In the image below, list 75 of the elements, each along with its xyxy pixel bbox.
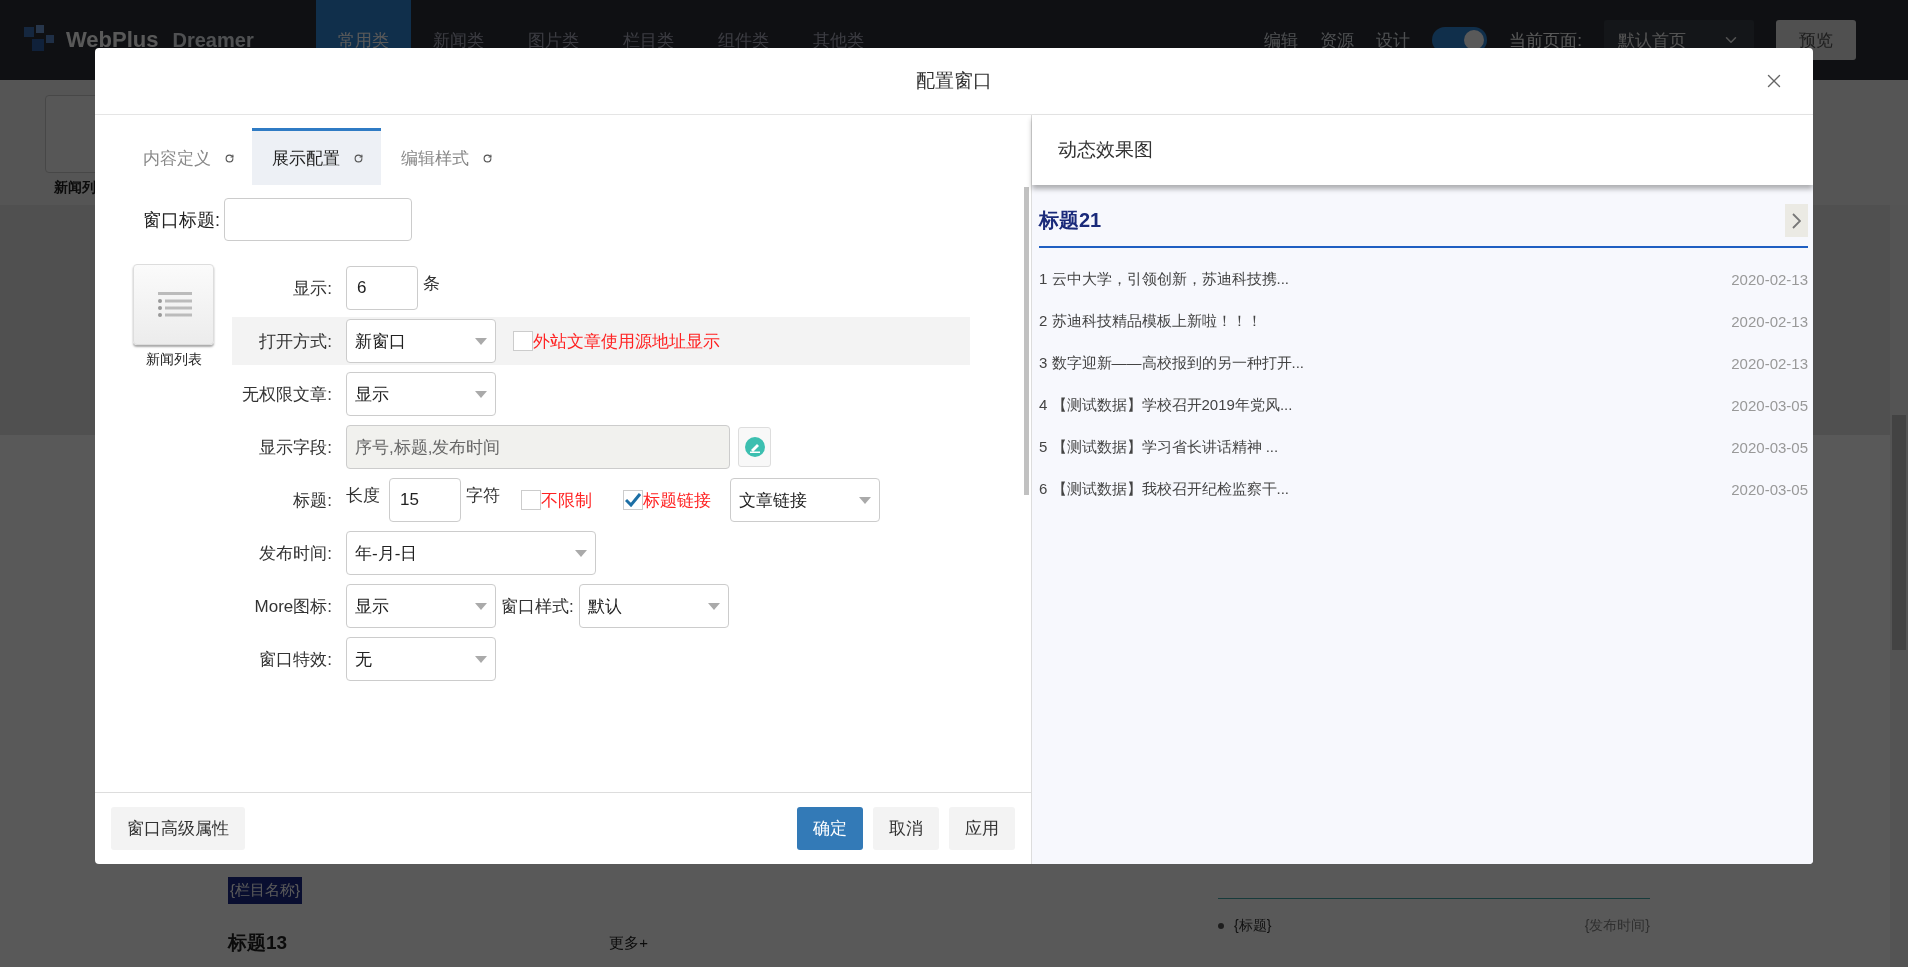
news-title[interactable]: 2 苏迪科技精品模板上新啦！！！ [1039,311,1262,331]
dropdown[interactable]: 显示 [346,372,496,416]
logo-text: WebPlus [66,27,159,53]
news-date: 2020-03-05 [1731,396,1808,414]
dropdown[interactable]: 无 [346,637,496,681]
footer-button[interactable]: 应用 [949,807,1015,850]
field-label: 发布时间: [258,542,332,565]
news-title[interactable]: 5 【测试数据】学习省长讲话精神 ... [1039,437,1279,457]
edit-icon [744,437,765,457]
number-input[interactable]: 6 [346,266,418,310]
field-label: 打开方式: [258,330,332,353]
column-badge: {栏目名称} [228,877,303,904]
block-title: 标题13 [228,932,288,955]
news-date: 2020-03-05 [1731,438,1808,456]
field-label: 窗口标题: [143,208,220,232]
checkbox[interactable] [513,331,533,351]
chevron-icon [1792,212,1801,229]
dialog-title: 配置窗口 [916,69,992,93]
caret-icon [475,655,487,663]
refresh-icon [225,153,234,163]
dropdown[interactable]: 文章链接 [730,478,880,522]
field-label: More图标: [253,595,332,618]
title-input[interactable] [224,198,412,241]
checkbox-label: 不限制 [541,489,592,512]
preview-heading: 动态效果图 [1058,138,1153,162]
field-label: 窗口样式: [501,595,574,618]
field-label: 显示字段: [258,436,332,459]
edit-button[interactable] [738,427,771,467]
unit-label: 字符 [466,485,500,507]
footer-button[interactable]: 取消 [873,807,939,850]
checkbox-label: 标题链接 [643,489,711,512]
news-title[interactable]: 4 【测试数据】学校召开2019年党风... [1039,395,1293,415]
news-date: 2020-03-05 [1731,480,1808,498]
list-item: {标题} [1218,917,1272,935]
footer-button[interactable]: 确定 [797,807,863,850]
config-tab[interactable]: 编辑样式 [381,128,510,185]
caret-icon [859,496,871,504]
news-date: 2020-02-13 [1731,354,1808,372]
current-page-label: 当前页面: [1509,29,1582,52]
logo-subtext: Dreamer [172,28,254,52]
caret-icon [475,337,487,345]
refresh-icon [354,153,363,163]
caret-icon [575,549,587,557]
news-title[interactable]: 1 云中大学，引领创新，苏迪科技携... [1039,269,1289,289]
more-button[interactable] [1785,204,1808,237]
checkbox[interactable] [521,490,541,510]
field-label: 无权限文章: [241,383,332,406]
dropdown[interactable]: 默认 [578,584,729,628]
checkbox-label: 外站文章使用源地址显示 [533,330,720,353]
dropdown[interactable]: 新窗口 [346,319,496,363]
config-tab[interactable]: 内容定义 [123,128,252,185]
caret-icon [475,390,487,398]
checkbox[interactable] [623,490,643,510]
number-input[interactable]: 15 [389,478,461,522]
config-tab[interactable]: 展示配置 [252,128,381,185]
field-label: 窗口特效: [258,648,332,671]
widget-label: 新闻列表 [145,351,202,369]
box-title: 标题21 [1039,208,1102,233]
news-date: 2020-02-13 [1731,270,1808,288]
caret-icon [475,602,487,610]
field-label: 显示: [292,277,332,300]
widget-label: 新闻列 [54,179,96,197]
news-title[interactable]: 6 【测试数据】我校召开纪检监察干... [1039,479,1289,499]
panel-scrollbar[interactable] [1024,187,1029,495]
news-date: 2020-02-13 [1731,312,1808,330]
dropdown[interactable]: 显示 [346,584,496,628]
field-label: 标题: [292,489,332,512]
widget-tile[interactable] [133,264,214,345]
news-title[interactable]: 3 数字迎新——高校报到的另一种打开... [1039,353,1304,373]
caret-icon [707,602,720,610]
dropdown[interactable]: 年-月-日 [346,531,596,575]
unit-label: 长度 [346,485,380,507]
unit-label: 条 [423,273,440,295]
refresh-icon [483,153,492,163]
advanced-button[interactable]: 窗口高级属性 [111,807,245,850]
